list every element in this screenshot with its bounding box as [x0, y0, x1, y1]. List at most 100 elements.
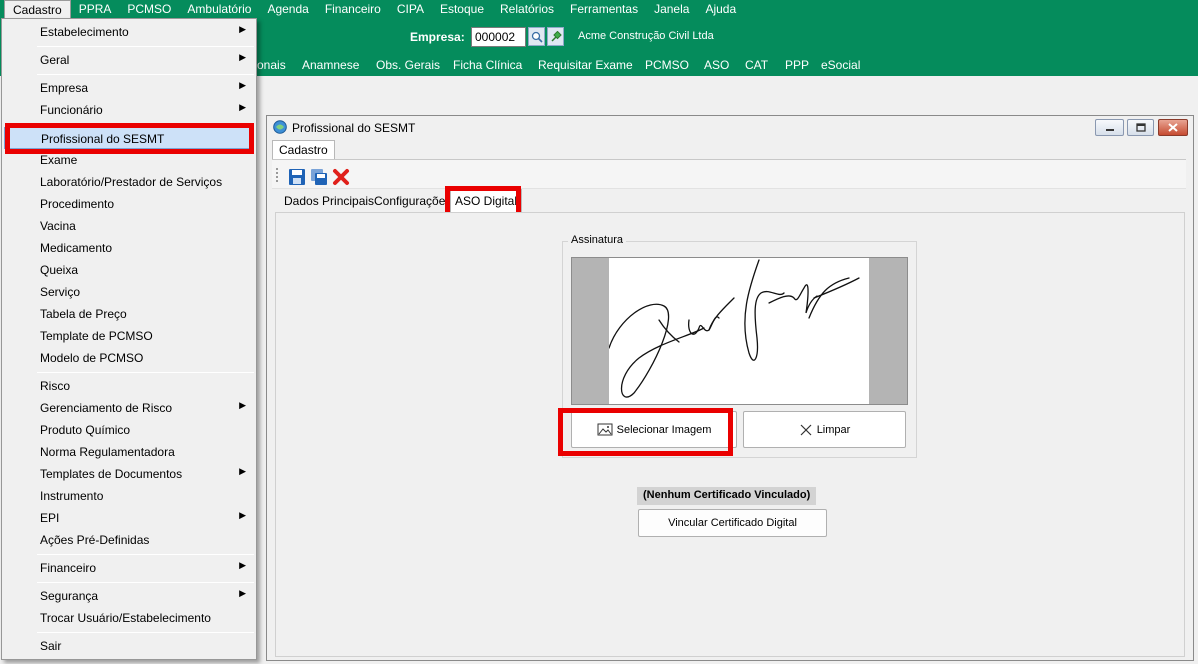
menu-item-servico[interactable]: Serviço [4, 281, 254, 303]
menu-item-trocar-usuario[interactable]: Trocar Usuário/Estabelecimento [4, 607, 254, 629]
submenu-arrow-icon: ▶ [239, 102, 246, 112]
menu-item-template-pcmso[interactable]: Template de PCMSO [4, 325, 254, 347]
menu-pcmso[interactable]: PCMSO [119, 0, 179, 20]
menu-item-label: Template de PCMSO [40, 329, 153, 343]
submenu-arrow-icon: ▶ [239, 560, 246, 570]
link-certificate-button[interactable]: Vincular Certificado Digital [638, 509, 827, 537]
save-copy-icon[interactable] [310, 168, 328, 186]
profissional-sesmt-window: Profissional do SESMT Cadastro Dados Pri… [266, 115, 1194, 661]
menu-separator [37, 582, 254, 583]
menu-item-funcionario[interactable]: Funcionário ▶ [4, 99, 254, 121]
submenu-arrow-icon: ▶ [239, 52, 246, 62]
menu-item-instrumento[interactable]: Instrumento [4, 485, 254, 507]
menu-item-label: Gerenciamento de Risco [40, 401, 173, 415]
nav-item-aso[interactable]: ASO [704, 58, 729, 72]
menu-relatorios[interactable]: Relatórios [492, 0, 562, 20]
save-icon[interactable] [288, 168, 306, 186]
select-image-button[interactable]: Selecionar Imagem [571, 411, 737, 448]
minimize-icon[interactable] [1095, 119, 1124, 136]
signature-image [608, 258, 869, 404]
menu-ppra[interactable]: PPRA [71, 0, 120, 20]
submenu-arrow-icon: ▶ [239, 588, 246, 598]
menu-item-produto-quimico[interactable]: Produto Químico [4, 419, 254, 441]
main-menubar: Cadastro PPRA PCMSO Ambulatório Agenda F… [0, 0, 1198, 21]
close-icon[interactable] [1158, 119, 1188, 136]
nav-item-ficha-clinica[interactable]: Ficha Clínica [453, 58, 522, 72]
tab-aso-digital[interactable]: ASO Digital [450, 189, 523, 212]
menu-item-label: EPI [40, 511, 60, 525]
tab-cadastro[interactable]: Cadastro [272, 140, 335, 159]
menu-item-profissional-sesmt[interactable]: Profissional do SESMT [4, 127, 254, 149]
menu-item-risco[interactable]: Risco [4, 375, 254, 397]
menu-item-label: Tabela de Preço [40, 307, 127, 321]
menu-ambulatorio[interactable]: Ambulatório [179, 0, 259, 20]
certificate-status-label: (Nenhum Certificado Vinculado) [637, 487, 817, 505]
window-title: Profissional do SESMT [292, 121, 416, 135]
empresa-code-field[interactable]: 000002 [471, 27, 526, 47]
menu-item-templates-documentos[interactable]: Templates de Documentos ▶ [4, 463, 254, 485]
menu-item-financeiro[interactable]: Financeiro ▶ [4, 557, 254, 579]
nav-item-anamnese[interactable]: Anamnese [302, 58, 359, 72]
submenu-arrow-icon: ▶ [239, 466, 246, 476]
empresa-label: Empresa: [410, 30, 465, 44]
menu-ferramentas[interactable]: Ferramentas [562, 0, 646, 20]
nav-item-pcmso[interactable]: PCMSO [645, 58, 689, 72]
menu-item-gerenciamento-risco[interactable]: Gerenciamento de Risco ▶ [4, 397, 254, 419]
signature-image-frame [571, 257, 908, 405]
menu-item-epi[interactable]: EPI ▶ [4, 507, 254, 529]
menu-item-label: Templates de Documentos [40, 467, 183, 481]
tab-dados-principais[interactable]: Dados Principais [280, 191, 378, 211]
nav-item-esocial[interactable]: eSocial [821, 58, 860, 72]
menu-item-label: Trocar Usuário/Estabelecimento [40, 611, 211, 625]
menu-item-label: Exame [40, 153, 78, 167]
menu-cipa[interactable]: CIPA [389, 0, 432, 20]
nav-item-obs-gerais[interactable]: Obs. Gerais [376, 58, 440, 72]
menu-item-laboratorio[interactable]: Laboratório/Prestador de Serviços [4, 171, 254, 193]
menu-item-geral[interactable]: Geral ▶ [4, 49, 254, 71]
menu-item-estabelecimento[interactable]: Estabelecimento ▶ [4, 21, 254, 43]
menu-item-label: Profissional do SESMT [41, 132, 165, 146]
menu-item-exame[interactable]: Exame [4, 149, 254, 171]
restore-icon[interactable] [1127, 119, 1154, 136]
magnifier-icon[interactable] [528, 27, 545, 46]
window-titlebar[interactable]: Profissional do SESMT [267, 116, 1193, 140]
menu-item-vacina[interactable]: Vacina [4, 215, 254, 237]
menu-separator [37, 46, 254, 47]
menu-janela[interactable]: Janela [646, 0, 697, 20]
menu-item-label: Instrumento [40, 489, 104, 503]
menu-item-label: Modelo de PCMSO [40, 351, 144, 365]
menu-item-seguranca[interactable]: Segurança ▶ [4, 585, 254, 607]
delete-icon[interactable] [332, 168, 350, 186]
menu-item-label: Ações Pré-Definidas [40, 533, 150, 547]
menu-item-label: Queixa [40, 263, 79, 277]
nav-item-cat[interactable]: CAT [745, 58, 768, 72]
menu-ajuda[interactable]: Ajuda [697, 0, 744, 20]
menu-item-queixa[interactable]: Queixa [4, 259, 254, 281]
window-toolbar [272, 159, 1186, 189]
nav-item-ppp[interactable]: PPP [785, 58, 809, 72]
x-icon [800, 424, 812, 435]
menu-item-sair[interactable]: Sair [4, 635, 254, 657]
menu-item-label: Medicamento [40, 241, 113, 255]
nav-item-profissionais[interactable]: onais [257, 58, 286, 72]
submenu-arrow-icon: ▶ [239, 400, 246, 410]
menu-financeiro[interactable]: Financeiro [317, 0, 389, 20]
menu-item-label: Empresa [40, 81, 89, 95]
signature-group: Assinatura Selecionar Imagem Limpar [562, 234, 917, 458]
menu-item-acoes-predefinidas[interactable]: Ações Pré-Definidas [4, 529, 254, 551]
menu-item-label: Norma Regulamentadora [40, 445, 175, 459]
menu-item-norma-regulamentadora[interactable]: Norma Regulamentadora [4, 441, 254, 463]
menu-item-tabela-preco[interactable]: Tabela de Preço [4, 303, 254, 325]
tab-configuracoes[interactable]: Configurações [370, 191, 455, 211]
menu-separator [37, 74, 254, 75]
menu-agenda[interactable]: Agenda [259, 0, 316, 20]
menu-item-medicamento[interactable]: Medicamento [4, 237, 254, 259]
menu-estoque[interactable]: Estoque [432, 0, 492, 20]
menu-item-empresa[interactable]: Empresa ▶ [4, 77, 254, 99]
menu-item-modelo-pcmso[interactable]: Modelo de PCMSO [4, 347, 254, 369]
pin-icon[interactable] [547, 27, 564, 46]
nav-item-requisitar-exame[interactable]: Requisitar Exame [538, 58, 633, 72]
menu-item-label: Estabelecimento [40, 25, 129, 39]
menu-item-procedimento[interactable]: Procedimento [4, 193, 254, 215]
clear-button[interactable]: Limpar [743, 411, 906, 448]
